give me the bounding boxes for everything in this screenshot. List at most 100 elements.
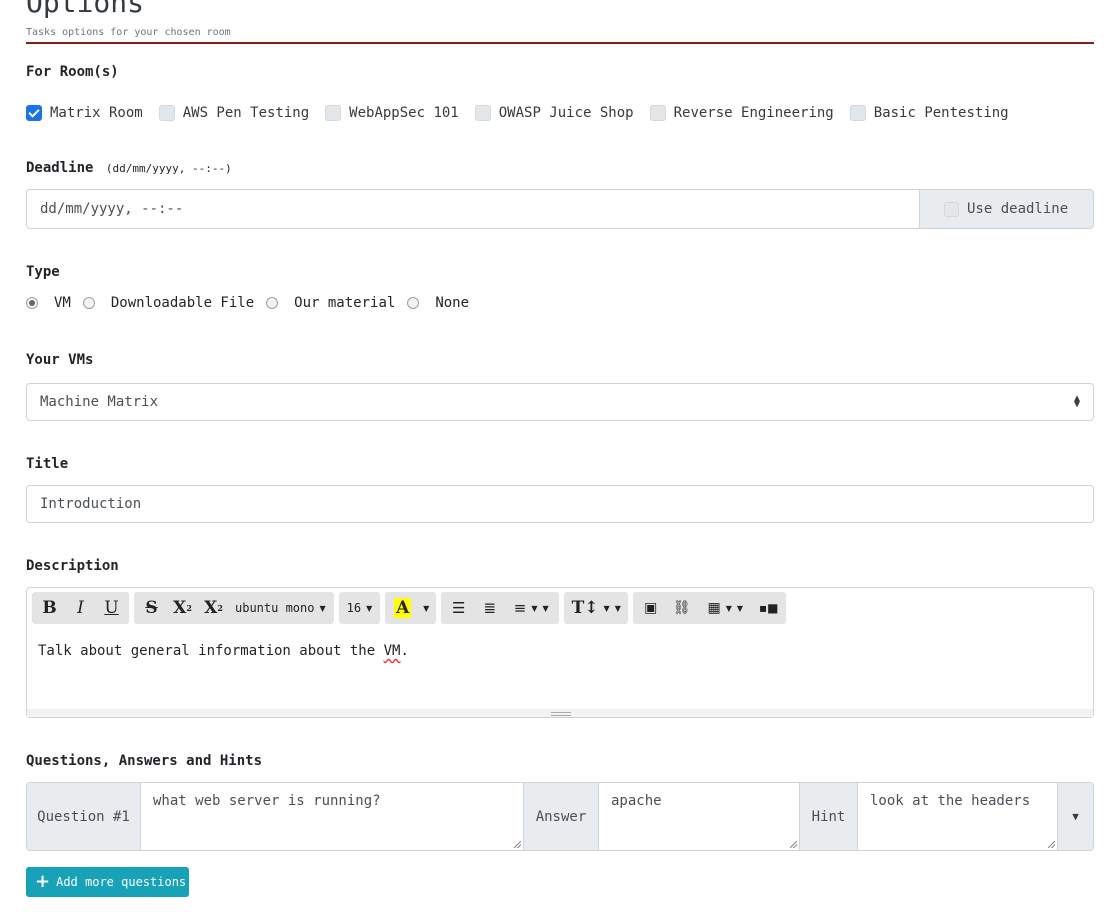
checkbox-icon[interactable] xyxy=(849,105,866,121)
room-label: Reverse Engineering xyxy=(673,105,834,121)
room-option-owasp-juice-shop[interactable]: OWASP Juice Shop xyxy=(474,105,634,121)
link-icon[interactable]: ⛓ xyxy=(666,592,697,624)
caret-down-icon[interactable]: ▼ xyxy=(1058,783,1093,850)
horizontal-rule-icon[interactable]: ▪■ xyxy=(753,592,784,624)
editor-toolbar: B I U S X2 X2 ubuntu mono ▼ 16 ▼ A ▼ ☰ ≣… xyxy=(32,592,791,624)
radio-icon[interactable] xyxy=(82,297,95,309)
use-deadline-toggle[interactable]: Use deadline xyxy=(919,189,1094,229)
font-family-value: ubuntu mono xyxy=(235,601,315,615)
rooms-label: For Room(s) xyxy=(26,64,119,80)
room-label: Basic Pentesting xyxy=(873,105,1009,121)
checkbox-checked-icon[interactable] xyxy=(26,105,42,121)
caret-down-icon: ▼ xyxy=(366,603,373,613)
ordered-list-icon[interactable]: ≣ xyxy=(474,592,505,624)
table-dropdown-icon[interactable]: ▦ ▼ ▼ xyxy=(697,592,753,624)
room-option-basic-pentesting[interactable]: Basic Pentesting xyxy=(849,105,1009,121)
caret-down-icon: ▼ xyxy=(319,603,326,613)
page-header: Options Tasks options for your chosen ro… xyxy=(26,0,1094,44)
subscript-icon[interactable]: X2 xyxy=(198,592,229,624)
radio-checked-icon[interactable] xyxy=(26,297,38,309)
type-label: Type xyxy=(26,264,60,280)
question-label: Question #1 xyxy=(27,783,141,850)
toolbar-group-color: A ▼ xyxy=(385,592,437,624)
bullet-list-icon[interactable]: ☰ xyxy=(443,592,474,624)
room-label: WebAppSec 101 xyxy=(349,105,459,121)
resize-grip-icon[interactable] xyxy=(551,712,571,716)
bold-icon[interactable]: B xyxy=(34,592,65,624)
font-family-dropdown[interactable]: ubuntu mono ▼ xyxy=(229,592,332,624)
hint-textarea[interactable]: look at the headers xyxy=(858,783,1058,850)
room-option-reverse-engineering[interactable]: Reverse Engineering xyxy=(649,105,834,121)
radio-label: Our material xyxy=(294,295,396,311)
strikethrough-icon[interactable]: S xyxy=(136,592,167,624)
checkbox-icon[interactable] xyxy=(944,201,959,217)
use-deadline-label: Use deadline xyxy=(967,201,1069,217)
image-icon[interactable]: ▣ xyxy=(635,592,666,624)
room-label: OWASP Juice Shop xyxy=(498,105,634,121)
font-size-dropdown[interactable]: 16 ▼ xyxy=(341,592,379,624)
italic-icon[interactable]: I xyxy=(65,592,96,624)
vm-select-value: Machine Matrix xyxy=(40,394,159,410)
editor-content[interactable]: Talk about general information about the… xyxy=(38,643,409,659)
page-subtitle: Tasks options for your chosen room xyxy=(26,27,231,38)
checkbox-icon[interactable] xyxy=(649,105,666,121)
question-row: Question #1 what web server is running? … xyxy=(26,782,1094,851)
type-option-downloadable-file[interactable]: Downloadable File xyxy=(82,295,255,311)
answer-textarea[interactable]: apache xyxy=(599,783,800,850)
editor-text-end: . xyxy=(400,643,409,659)
type-radio-group: VM Downloadable File Our material None xyxy=(26,295,481,311)
align-dropdown-icon[interactable]: ≡ ▼ ▼ xyxy=(505,592,557,624)
hint-label: Hint xyxy=(800,783,858,850)
description-label: Description xyxy=(26,558,119,574)
toolbar-group-size: 16 ▼ xyxy=(338,592,381,624)
add-more-questions-label: Add more questions xyxy=(56,875,187,889)
vm-select[interactable]: Machine Matrix ▲ ▼ xyxy=(26,383,1094,421)
title-input[interactable]: Introduction xyxy=(26,485,1094,523)
underline-icon[interactable]: U xyxy=(96,592,127,624)
page-title: Options xyxy=(26,0,145,19)
radio-label: VM xyxy=(54,295,71,311)
vms-label: Your VMs xyxy=(26,352,94,368)
questions-label: Questions, Answers and Hints xyxy=(26,753,263,769)
radio-label: Downloadable File xyxy=(110,295,255,311)
plus-icon: + xyxy=(35,871,51,892)
room-label: AWS Pen Testing xyxy=(182,105,310,121)
deadline-input[interactable]: dd/mm/yyyy, --:-- xyxy=(26,189,919,229)
room-label: Matrix Room xyxy=(50,105,143,121)
deadline-label: Deadline (dd/mm/yyyy, --:--) xyxy=(26,160,232,176)
deadline-format-hint: (dd/mm/yyyy, --:--) xyxy=(105,162,232,175)
font-size-value: 16 xyxy=(346,601,362,615)
rich-text-editor: B I U S X2 X2 ubuntu mono ▼ 16 ▼ A ▼ ☰ ≣… xyxy=(26,587,1094,718)
radio-label: None xyxy=(435,295,470,311)
toolbar-group-font: S X2 X2 ubuntu mono ▼ xyxy=(134,592,334,624)
color-caret-icon[interactable]: ▼ xyxy=(418,592,434,624)
text-color-icon[interactable]: A xyxy=(387,592,418,624)
superscript-icon[interactable]: X2 xyxy=(167,592,198,624)
radio-icon[interactable] xyxy=(266,297,279,309)
line-height-icon[interactable]: T↕ ▼ ▼ xyxy=(566,592,626,624)
room-option-webappsec-101[interactable]: WebAppSec 101 xyxy=(325,105,459,121)
toolbar-group-paragraph: ☰ ≣ ≡ ▼ ▼ xyxy=(441,592,560,624)
radio-icon[interactable] xyxy=(407,297,420,309)
room-option-aws-pen-testing[interactable]: AWS Pen Testing xyxy=(158,105,310,121)
editor-text: Talk about general information about the xyxy=(38,643,384,659)
toolbar-group-insert: ▣ ⛓ ▦ ▼ ▼ ▪■ xyxy=(633,592,787,624)
room-option-matrix-room[interactable]: Matrix Room xyxy=(26,105,143,121)
checkbox-icon[interactable] xyxy=(474,105,491,121)
type-option-none[interactable]: None xyxy=(407,295,469,311)
title-label: Title xyxy=(26,456,69,472)
type-option-vm[interactable]: VM xyxy=(26,295,71,311)
deadline-label-text: Deadline xyxy=(26,160,94,176)
checkbox-icon[interactable] xyxy=(158,105,175,121)
add-more-questions-button[interactable]: + Add more questions xyxy=(26,867,189,897)
checkbox-icon[interactable] xyxy=(325,105,342,121)
editor-misspelled-word: VM xyxy=(383,643,401,659)
answer-label: Answer xyxy=(524,783,599,850)
toolbar-group-style: B I U xyxy=(32,592,129,624)
select-updown-icon: ▲ ▼ xyxy=(1073,393,1080,410)
rooms-checkbox-group: Matrix Room AWS Pen Testing WebAppSec 10… xyxy=(26,103,1025,123)
type-option-our-material[interactable]: Our material xyxy=(266,295,395,311)
toolbar-group-height: T↕ ▼ ▼ xyxy=(564,592,629,624)
question-textarea[interactable]: what web server is running? xyxy=(141,783,524,850)
editor-resize-bar[interactable] xyxy=(27,709,1093,717)
